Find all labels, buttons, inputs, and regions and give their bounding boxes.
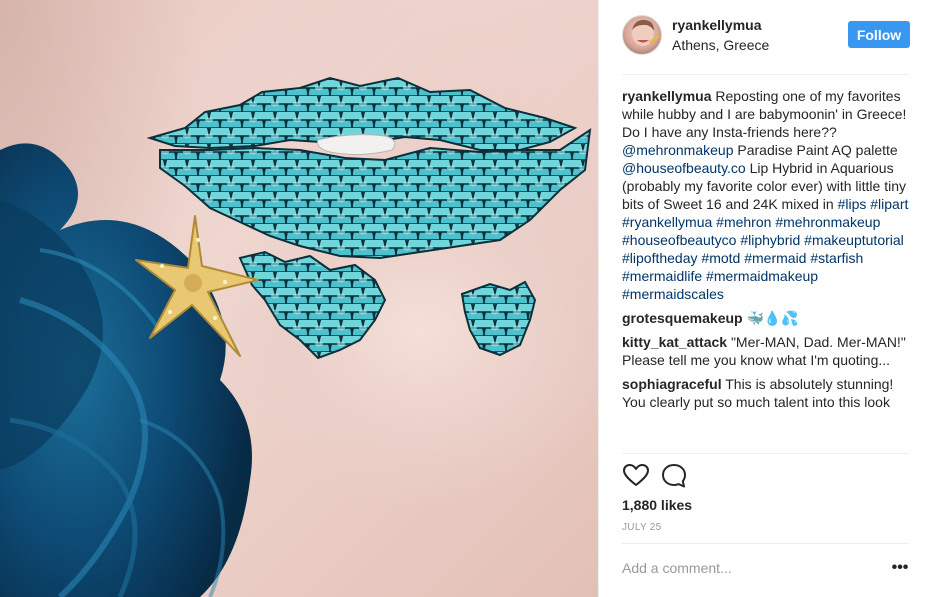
hashtag-link[interactable]: #houseofbeautyco: [622, 232, 736, 248]
caption-text: Paradise Paint AQ palette: [733, 142, 898, 158]
mention-link[interactable]: @mehronmakeup: [622, 142, 734, 158]
hashtag-link[interactable]: #lipart: [870, 196, 908, 212]
divider: [622, 453, 909, 454]
hashtag-link[interactable]: #mermaidmakeup: [706, 268, 818, 284]
comment-username[interactable]: sophiagraceful: [622, 376, 722, 392]
speech-bubble-icon[interactable]: [660, 462, 688, 490]
hashtag-link[interactable]: #lips: [838, 196, 867, 212]
post-header: ryankellymua Athens, Greece Follow: [599, 0, 931, 75]
divider: [622, 74, 909, 75]
more-options-icon[interactable]: •••: [889, 560, 911, 576]
mermaid-lips-image: [0, 0, 592, 597]
hashtag-link[interactable]: #lipoftheday: [622, 250, 698, 266]
comment-username[interactable]: kitty_kat_attack: [622, 334, 727, 350]
hashtag-link[interactable]: #mehron: [716, 214, 771, 230]
add-comment-input[interactable]: [622, 556, 872, 580]
comment-username[interactable]: grotesquemakeup: [622, 310, 743, 326]
hashtag-link[interactable]: #mermaidscales: [622, 286, 724, 302]
hashtag-link[interactable]: #liphybrid: [740, 232, 800, 248]
heart-icon[interactable]: [622, 462, 650, 490]
list-item: kitty_kat_attack "Mer-MAN, Dad. Mer-MAN!…: [622, 333, 909, 369]
hashtag-link[interactable]: #mehronmakeup: [775, 214, 880, 230]
action-bar: [622, 462, 702, 490]
hashtag-link[interactable]: #mermaidlife: [622, 268, 702, 284]
cheek-scales-right: [460, 280, 537, 357]
hashtag-link[interactable]: #ryankellymua: [622, 214, 712, 230]
follow-button[interactable]: Follow: [848, 21, 910, 48]
post-side-panel: ryankellymua Athens, Greece Follow ryank…: [598, 0, 931, 597]
comments-list[interactable]: ryankellymua Reposting one of my favorit…: [622, 87, 909, 452]
avatar[interactable]: [622, 15, 662, 55]
profile-photo-icon: [632, 19, 660, 46]
caption-username[interactable]: ryankellymua: [622, 88, 712, 104]
hashtag-link[interactable]: #motd: [701, 250, 740, 266]
hashtag-link[interactable]: #starfish: [810, 250, 863, 266]
list-item: sophiagraceful This is absolutely stunni…: [622, 375, 909, 411]
post-photo[interactable]: [0, 0, 598, 597]
like-count[interactable]: 1,880 likes: [622, 497, 692, 513]
list-item: grotesquemakeup 🐳💧💦: [622, 309, 909, 327]
divider: [622, 543, 909, 544]
hashtag-link[interactable]: #mermaid: [744, 250, 806, 266]
post-date[interactable]: JULY 25: [622, 522, 662, 533]
mention-link[interactable]: @houseofbeauty.co: [622, 160, 746, 176]
post-username[interactable]: ryankellymua: [672, 17, 762, 33]
comment-text: 🐳💧💦: [742, 310, 799, 326]
caption: ryankellymua Reposting one of my favorit…: [622, 87, 909, 303]
cheek-scales-left: [238, 250, 387, 360]
hashtag-link[interactable]: #makeuptutorial: [804, 232, 904, 248]
post-location[interactable]: Athens, Greece: [672, 37, 769, 53]
